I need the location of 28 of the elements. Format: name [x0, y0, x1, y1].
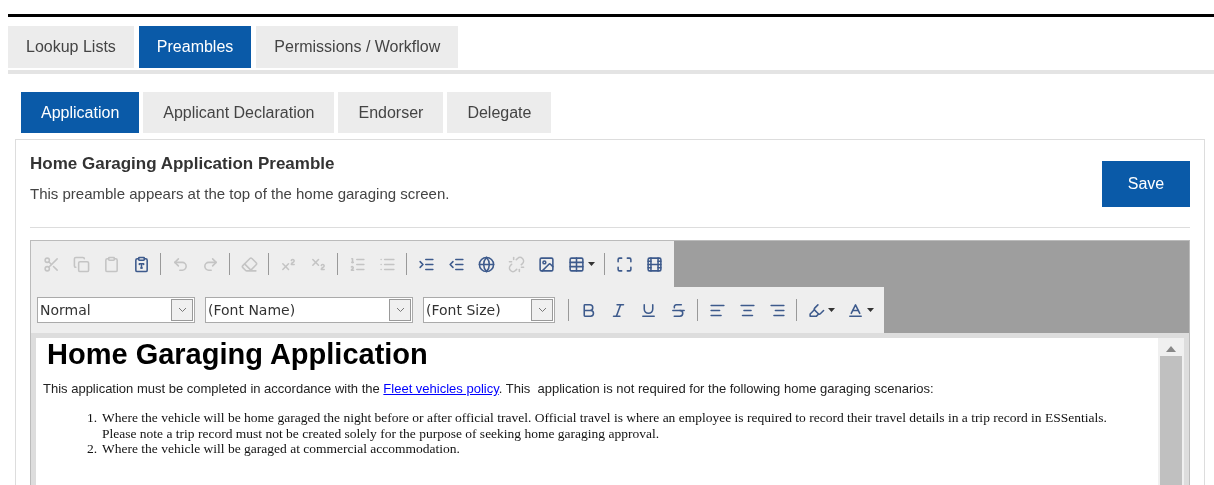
policy-link[interactable]: Fleet vehicles policy: [383, 381, 499, 396]
dropdown[interactable]: (Font Size): [423, 297, 555, 323]
chevron-down-icon: [177, 307, 187, 313]
tab[interactable]: Preambles: [138, 26, 252, 68]
caret-icon[interactable]: [588, 262, 595, 266]
section-description: This preamble appears at the top of the home garaging screen.: [30, 185, 450, 202]
chevron-down-icon: [395, 307, 405, 313]
list-item: Where the vehicle will be home garaged the night before or after official travel. Official travel is where an employee is required to record their travel details in a trip record in ESSentials. Please note a trip record must not be created solely for the purpose of seeking home garaging approval.: [102, 410, 1108, 442]
content-paragraph: This application must be completed in accordance with the Fleet vehicles policy. This application is not required for the following home garaging scenarios:: [43, 381, 935, 396]
tab[interactable]: Endorser: [338, 92, 444, 133]
content-heading: Home Garaging Application: [47, 338, 429, 371]
dropdown[interactable]: Normal: [37, 297, 195, 323]
list-number: 2.: [85, 441, 97, 457]
tab[interactable]: Application: [21, 92, 140, 133]
section-title: Home Garaging Application Preamble: [30, 154, 336, 174]
scrollbar[interactable]: [1158, 338, 1184, 485]
tab[interactable]: Permissions / Workflow: [256, 26, 459, 68]
tab[interactable]: Applicant Declaration: [143, 92, 335, 133]
dropdown[interactable]: (Font Name): [205, 297, 413, 323]
list-number: 1.: [85, 410, 97, 427]
caret-icon[interactable]: [828, 308, 835, 312]
chevron-down-icon: [537, 307, 547, 313]
caret-icon[interactable]: [867, 308, 874, 312]
tab[interactable]: Lookup Lists: [8, 26, 134, 68]
save-button[interactable]: Save: [1102, 161, 1190, 207]
scroll-up-icon[interactable]: [1166, 346, 1176, 352]
tab[interactable]: Delegate: [447, 92, 552, 133]
list-item: Where the vehicle will be garaged at commercial accommodation.: [102, 441, 461, 457]
